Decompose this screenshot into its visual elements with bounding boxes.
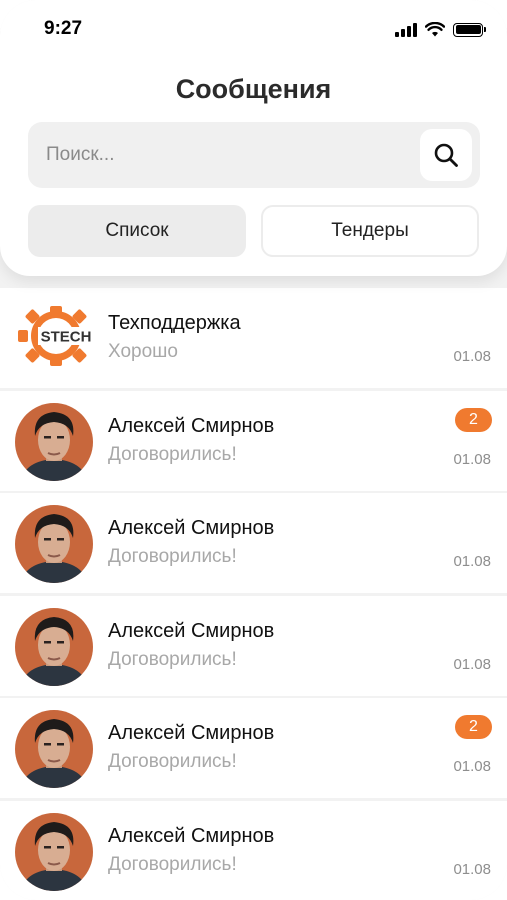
status-time: 9:27: [44, 18, 83, 39]
chat-date: 01.08: [453, 655, 491, 673]
chat-date: 01.08: [453, 553, 491, 570]
search-input[interactable]: [46, 122, 426, 188]
header-card: 9:27 Сообщения Поиск... Список Тендеры: [0, 0, 507, 276]
tab-tenders[interactable]: Тендеры: [261, 205, 479, 257]
wifi-icon: [425, 22, 445, 37]
chat-name: Техподдержка: [108, 312, 241, 334]
chat-name: Алексей Смирнов: [108, 722, 275, 744]
chat-preview: Договорились!: [108, 751, 237, 772]
cellular-signal-icon: [395, 22, 417, 37]
chat-date: 01.08: [453, 860, 491, 878]
tab-tenders-label: Тендеры: [331, 220, 409, 241]
avatar: [15, 402, 93, 481]
chat-item[interactable]: Алексей Смирнов Договорились! 01.08: [0, 595, 507, 696]
avatar: [15, 812, 93, 891]
unread-badge: 2: [455, 407, 492, 432]
chat-date: 01.08: [453, 450, 491, 468]
page-title: Сообщения: [175, 74, 332, 104]
avatar: [15, 710, 93, 788]
chat-preview: Договорились!: [108, 853, 237, 875]
search-icon: [434, 143, 458, 167]
avatar: [15, 505, 93, 583]
phone-screen: 9:27 Сообщения Поиск... Список Тендеры S…: [0, 0, 507, 900]
chat-preview: Хорошо: [108, 341, 178, 362]
chat-item-support[interactable]: STECH Техподдержка Хорошо 01.08: [0, 288, 507, 388]
chat-item[interactable]: Алексей Смирнов Договорились! 2 01.08: [0, 390, 507, 491]
chat-preview: Договорились!: [108, 546, 237, 567]
search-bar: [28, 122, 480, 188]
chat-name: Алексей Смирнов: [108, 619, 275, 642]
chat-item[interactable]: Алексей Смирнов Договорились! 01.08: [0, 493, 507, 593]
chat-name: Алексей Смирнов: [108, 414, 275, 437]
chat-date: 01.08: [453, 758, 491, 775]
chat-date: 01.08: [453, 348, 491, 365]
chat-item[interactable]: Алексей Смирнов Договорились! 01.08: [0, 800, 507, 900]
search-button[interactable]: [420, 129, 472, 181]
battery-icon: [453, 22, 486, 37]
chat-preview: Договорились!: [108, 443, 237, 465]
chat-list: STECH Техподдержка Хорошо 01.08 Алексей …: [0, 288, 507, 900]
tab-list-label: Список: [105, 220, 169, 241]
chat-name: Алексей Смирнов: [108, 517, 275, 539]
avatar: [15, 607, 93, 686]
chat-name: Алексей Смирнов: [108, 824, 275, 847]
chat-preview: Договорились!: [108, 648, 237, 670]
tab-list[interactable]: Список: [28, 205, 246, 257]
status-bar: 9:27: [0, 0, 507, 60]
chat-item[interactable]: Алексей Смирнов Договорились! 2 01.08: [0, 698, 507, 798]
stech-logo: STECH: [18, 306, 94, 366]
unread-badge: 2: [455, 715, 492, 739]
status-icons: [395, 22, 486, 37]
svg-text:STECH: STECH: [41, 329, 92, 346]
